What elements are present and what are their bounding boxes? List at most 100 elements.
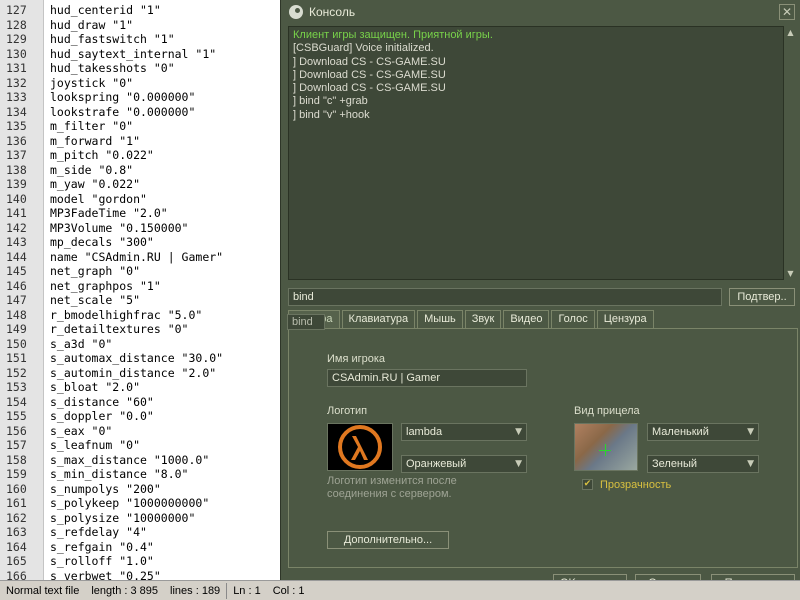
line-text: hud_saytext_internal "1" — [50, 46, 217, 61]
line-number: 158 — [6, 452, 27, 467]
log-line: [CSBGuard] Voice initialized. — [293, 42, 434, 55]
code-line[interactable]: 154 s_distance "60" — [0, 395, 282, 410]
console-title-bar[interactable]: Консоль ✕ — [281, 0, 800, 24]
tab-1[interactable]: Клавиатура — [341, 310, 416, 328]
line-text: s_a3d "0" — [50, 336, 113, 351]
line-number: 144 — [6, 249, 27, 264]
code-line[interactable]: 155 s_doppler "0.0" — [0, 409, 282, 424]
scroll-up-icon[interactable]: ▲ — [784, 26, 797, 39]
tab-6[interactable]: Цензура — [596, 310, 654, 328]
code-line[interactable]: 147 net_scale "5" — [0, 293, 282, 308]
code-area[interactable]: 127 hud_centerid "1" 128 hud_draw "1" 129 hud… — [0, 3, 282, 580]
code-line[interactable]: 139 m_yaw "0.022" — [0, 177, 282, 192]
code-line[interactable]: 129 hud_fastswitch "1" — [0, 32, 282, 47]
code-line[interactable]: 166 s_verbwet "0.25" — [0, 569, 282, 581]
code-line[interactable]: 159 s_min_distance "8.0" — [0, 467, 282, 482]
code-line[interactable]: 128 hud_draw "1" — [0, 18, 282, 33]
line-text: s_polysize "10000000" — [50, 510, 196, 525]
tab-2[interactable]: Мышь — [417, 310, 463, 328]
chevron-down-icon: ▼ — [515, 427, 522, 437]
tab-3[interactable]: Звук — [464, 310, 502, 328]
autocomplete-popup[interactable]: bind — [287, 314, 325, 330]
code-line[interactable]: 146 net_graphpos "1" — [0, 279, 282, 294]
line-number: 139 — [6, 177, 27, 191]
code-line[interactable]: 131 hud_takesshots "0" — [0, 61, 282, 76]
command-input[interactable]: bind — [288, 288, 722, 306]
code-line[interactable]: 165 s_rolloff "1.0" — [0, 554, 282, 569]
line-number: 136 — [6, 133, 27, 148]
line-number: 141 — [6, 206, 27, 220]
code-line[interactable]: 163 s_refdelay "4" — [0, 525, 282, 540]
code-line[interactable]: 151 s_automax_distance "30.0" — [0, 351, 282, 366]
code-line[interactable]: 156 s_eax "0" — [0, 424, 282, 439]
log-line: ] Download CS - CS-GAME.SU — [293, 82, 446, 95]
code-line[interactable]: 132 joystick "0" — [0, 76, 282, 91]
line-text: s_eax "0" — [50, 423, 113, 438]
tab-4[interactable]: Видео — [503, 310, 550, 328]
code-line[interactable]: 157 s_leafnum "0" — [0, 438, 282, 453]
close-button[interactable]: ✕ — [779, 4, 795, 20]
code-line[interactable]: 137 m_pitch "0.022" — [0, 148, 282, 163]
line-text: s_leafnum "0" — [50, 438, 141, 452]
multiplayer-panel: Имя игрока CSAdmin.RU | Gamer Логотип la… — [288, 328, 798, 568]
player-name-field[interactable]: CSAdmin.RU | Gamer — [327, 369, 527, 387]
code-line[interactable]: 152 s_automin_distance "2.0" — [0, 366, 282, 381]
cursor-line: Ln : 1 — [233, 584, 261, 597]
code-line[interactable]: 138 m_side "0.8" — [0, 163, 282, 178]
text-editor[interactable]: 127 hud_centerid "1" 128 hud_draw "1" 129 hud… — [0, 0, 282, 580]
code-line[interactable]: 142 MP3Volume "0.150000" — [0, 221, 282, 236]
code-line[interactable]: 130 hud_saytext_internal "1" — [0, 47, 282, 62]
code-line[interactable]: 145 net_graph "0" — [0, 264, 282, 279]
status-bar: Normal text file length : 3 895 lines : … — [0, 580, 800, 600]
submit-button[interactable]: Подтвер.. — [729, 288, 795, 306]
line-text: s_automax_distance "30.0" — [50, 351, 224, 365]
code-line[interactable]: 150 s_a3d "0" — [0, 337, 282, 352]
code-line[interactable]: 135 m_filter "0" — [0, 119, 282, 134]
code-line[interactable]: 148 r_bmodelhighfrac "5.0" — [0, 308, 282, 323]
line-number: 135 — [6, 119, 27, 133]
code-line[interactable]: 164 s_refgain "0.4" — [0, 540, 282, 555]
code-line[interactable]: 133 lookspring "0.000000" — [0, 90, 282, 105]
advanced-button[interactable]: Дополнительно... — [327, 531, 449, 549]
line-text: s_min_distance "8.0" — [50, 467, 189, 481]
cursor-col: Col : 1 — [272, 584, 305, 597]
code-line[interactable]: 141 MP3FadeTime "2.0" — [0, 206, 282, 221]
file-length: length : 3 895 — [91, 584, 159, 597]
line-number: 166 — [6, 568, 27, 581]
logo-select[interactable]: lambda ▼ — [401, 423, 527, 441]
line-text: s_bloat "2.0" — [50, 380, 141, 394]
code-line[interactable]: 143 mp_decals "300" — [0, 235, 282, 250]
chevron-down-icon: ▼ — [747, 427, 754, 437]
line-number: 161 — [6, 496, 27, 510]
code-line[interactable]: 149 r_detailtextures "0" — [0, 322, 282, 337]
code-line[interactable]: 144 name "CSAdmin.RU | Gamer" — [0, 250, 282, 265]
code-line[interactable]: 153 s_bloat "2.0" — [0, 380, 282, 395]
code-line[interactable]: 140 model "gordon" — [0, 192, 282, 207]
line-number: 164 — [6, 539, 27, 554]
line-text: s_verbwet "0.25" — [50, 568, 161, 581]
line-number: 138 — [6, 162, 27, 177]
crosshair-size-select[interactable]: Маленький ▼ — [647, 423, 759, 441]
crosshair-color-select[interactable]: Зеленый ▼ — [647, 455, 759, 473]
line-number: 153 — [6, 380, 27, 394]
code-line[interactable]: 158 s_max_distance "1000.0" — [0, 453, 282, 468]
code-line[interactable]: 134 lookstrafe "0.000000" — [0, 105, 282, 120]
code-line[interactable]: 162 s_polysize "10000000" — [0, 511, 282, 526]
line-number: 152 — [6, 365, 27, 380]
line-text: m_filter "0" — [50, 119, 134, 133]
scroll-down-icon[interactable]: ▼ — [784, 267, 797, 280]
code-line[interactable]: 161 s_polykeep "1000000000" — [0, 496, 282, 511]
crosshair-color-value: Зеленый — [652, 458, 698, 470]
line-number: 140 — [6, 191, 27, 206]
log-line: ] bind "c" +grab — [293, 95, 368, 108]
crosshair-preview — [574, 423, 638, 471]
code-line[interactable]: 127 hud_centerid "1" — [0, 3, 282, 18]
window-title: Консоль — [309, 5, 356, 19]
logo-color-select[interactable]: Оранжевый ▼ — [401, 455, 527, 473]
tab-5[interactable]: Голос — [551, 310, 595, 328]
line-number: 149 — [6, 322, 27, 336]
transparency-checkbox[interactable]: ✔ — [582, 479, 593, 490]
log-scrollbar[interactable]: ▲ ▼ — [783, 26, 796, 280]
code-line[interactable]: 136 m_forward "1" — [0, 134, 282, 149]
code-line[interactable]: 160 s_numpolys "200" — [0, 482, 282, 497]
